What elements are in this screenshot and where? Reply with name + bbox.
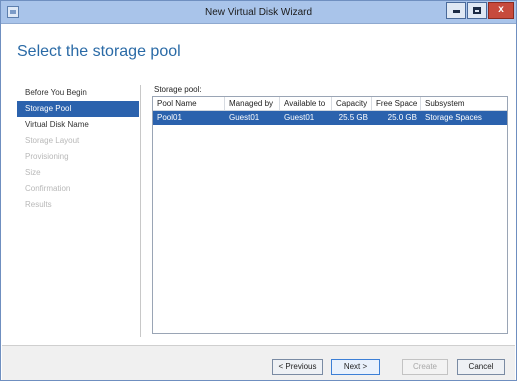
cell-subsystem: Storage Spaces: [425, 113, 482, 122]
cell-managed-by: Guest01: [229, 113, 260, 122]
wizard-content: Select the storage pool Before You Begin…: [2, 25, 515, 345]
column-header-pool-name[interactable]: Pool Name: [153, 97, 225, 110]
cell-available-to: Guest01: [284, 113, 315, 122]
step-provisioning: Provisioning: [25, 152, 69, 161]
page-title: Select the storage pool: [17, 43, 181, 60]
cell-free-space: 25.0 GB: [387, 113, 417, 122]
column-header-managed-by[interactable]: Managed by: [225, 97, 280, 110]
minimize-icon: [452, 9, 460, 13]
step-results: Results: [25, 200, 52, 209]
step-storage-layout: Storage Layout: [25, 136, 80, 145]
step-virtual-disk-name[interactable]: Virtual Disk Name: [17, 117, 139, 133]
previous-button[interactable]: < Previous: [272, 359, 323, 375]
cancel-button[interactable]: Cancel: [457, 359, 505, 375]
maximize-icon: [473, 6, 481, 14]
column-header-subsystem[interactable]: Subsystem: [421, 97, 507, 110]
minimize-button[interactable]: [446, 2, 466, 19]
wizard-footer: < Previous Next > Create Cancel: [2, 345, 515, 380]
wizard-window: New Virtual Disk Wizard x Select the sto…: [0, 0, 517, 381]
close-icon: x: [498, 4, 504, 15]
maximize-button[interactable]: [467, 2, 487, 19]
cell-pool-name: Pool01: [157, 113, 182, 122]
table-row[interactable]: Pool01 Guest01 Guest01 25.5 GB 25.0 GB S…: [153, 111, 507, 125]
close-button[interactable]: x: [488, 2, 514, 19]
create-button: Create: [402, 359, 448, 375]
step-size: Size: [25, 168, 41, 177]
column-header-available-to[interactable]: Available to: [280, 97, 332, 110]
cell-capacity: 25.5 GB: [338, 113, 368, 122]
window-title: New Virtual Disk Wizard: [204, 7, 313, 18]
storage-pool-list[interactable]: Pool Name Managed by Available to Capaci…: [152, 96, 508, 334]
wizard-steps: Before You Begin Storage Pool Virtual Di…: [17, 85, 139, 213]
title-bar[interactable]: New Virtual Disk Wizard x: [1, 1, 516, 24]
step-confirmation: Confirmation: [25, 184, 71, 193]
column-header-free-space[interactable]: Free Space: [372, 97, 421, 110]
step-before-you-begin[interactable]: Before You Begin: [17, 85, 139, 101]
next-button[interactable]: Next >: [331, 359, 380, 375]
column-header-capacity[interactable]: Capacity: [332, 97, 372, 110]
storage-pool-label: Storage pool:: [154, 85, 202, 94]
list-header: Pool Name Managed by Available to Capaci…: [153, 97, 507, 111]
step-storage-pool[interactable]: Storage Pool: [17, 101, 139, 117]
nav-divider: [140, 85, 141, 337]
